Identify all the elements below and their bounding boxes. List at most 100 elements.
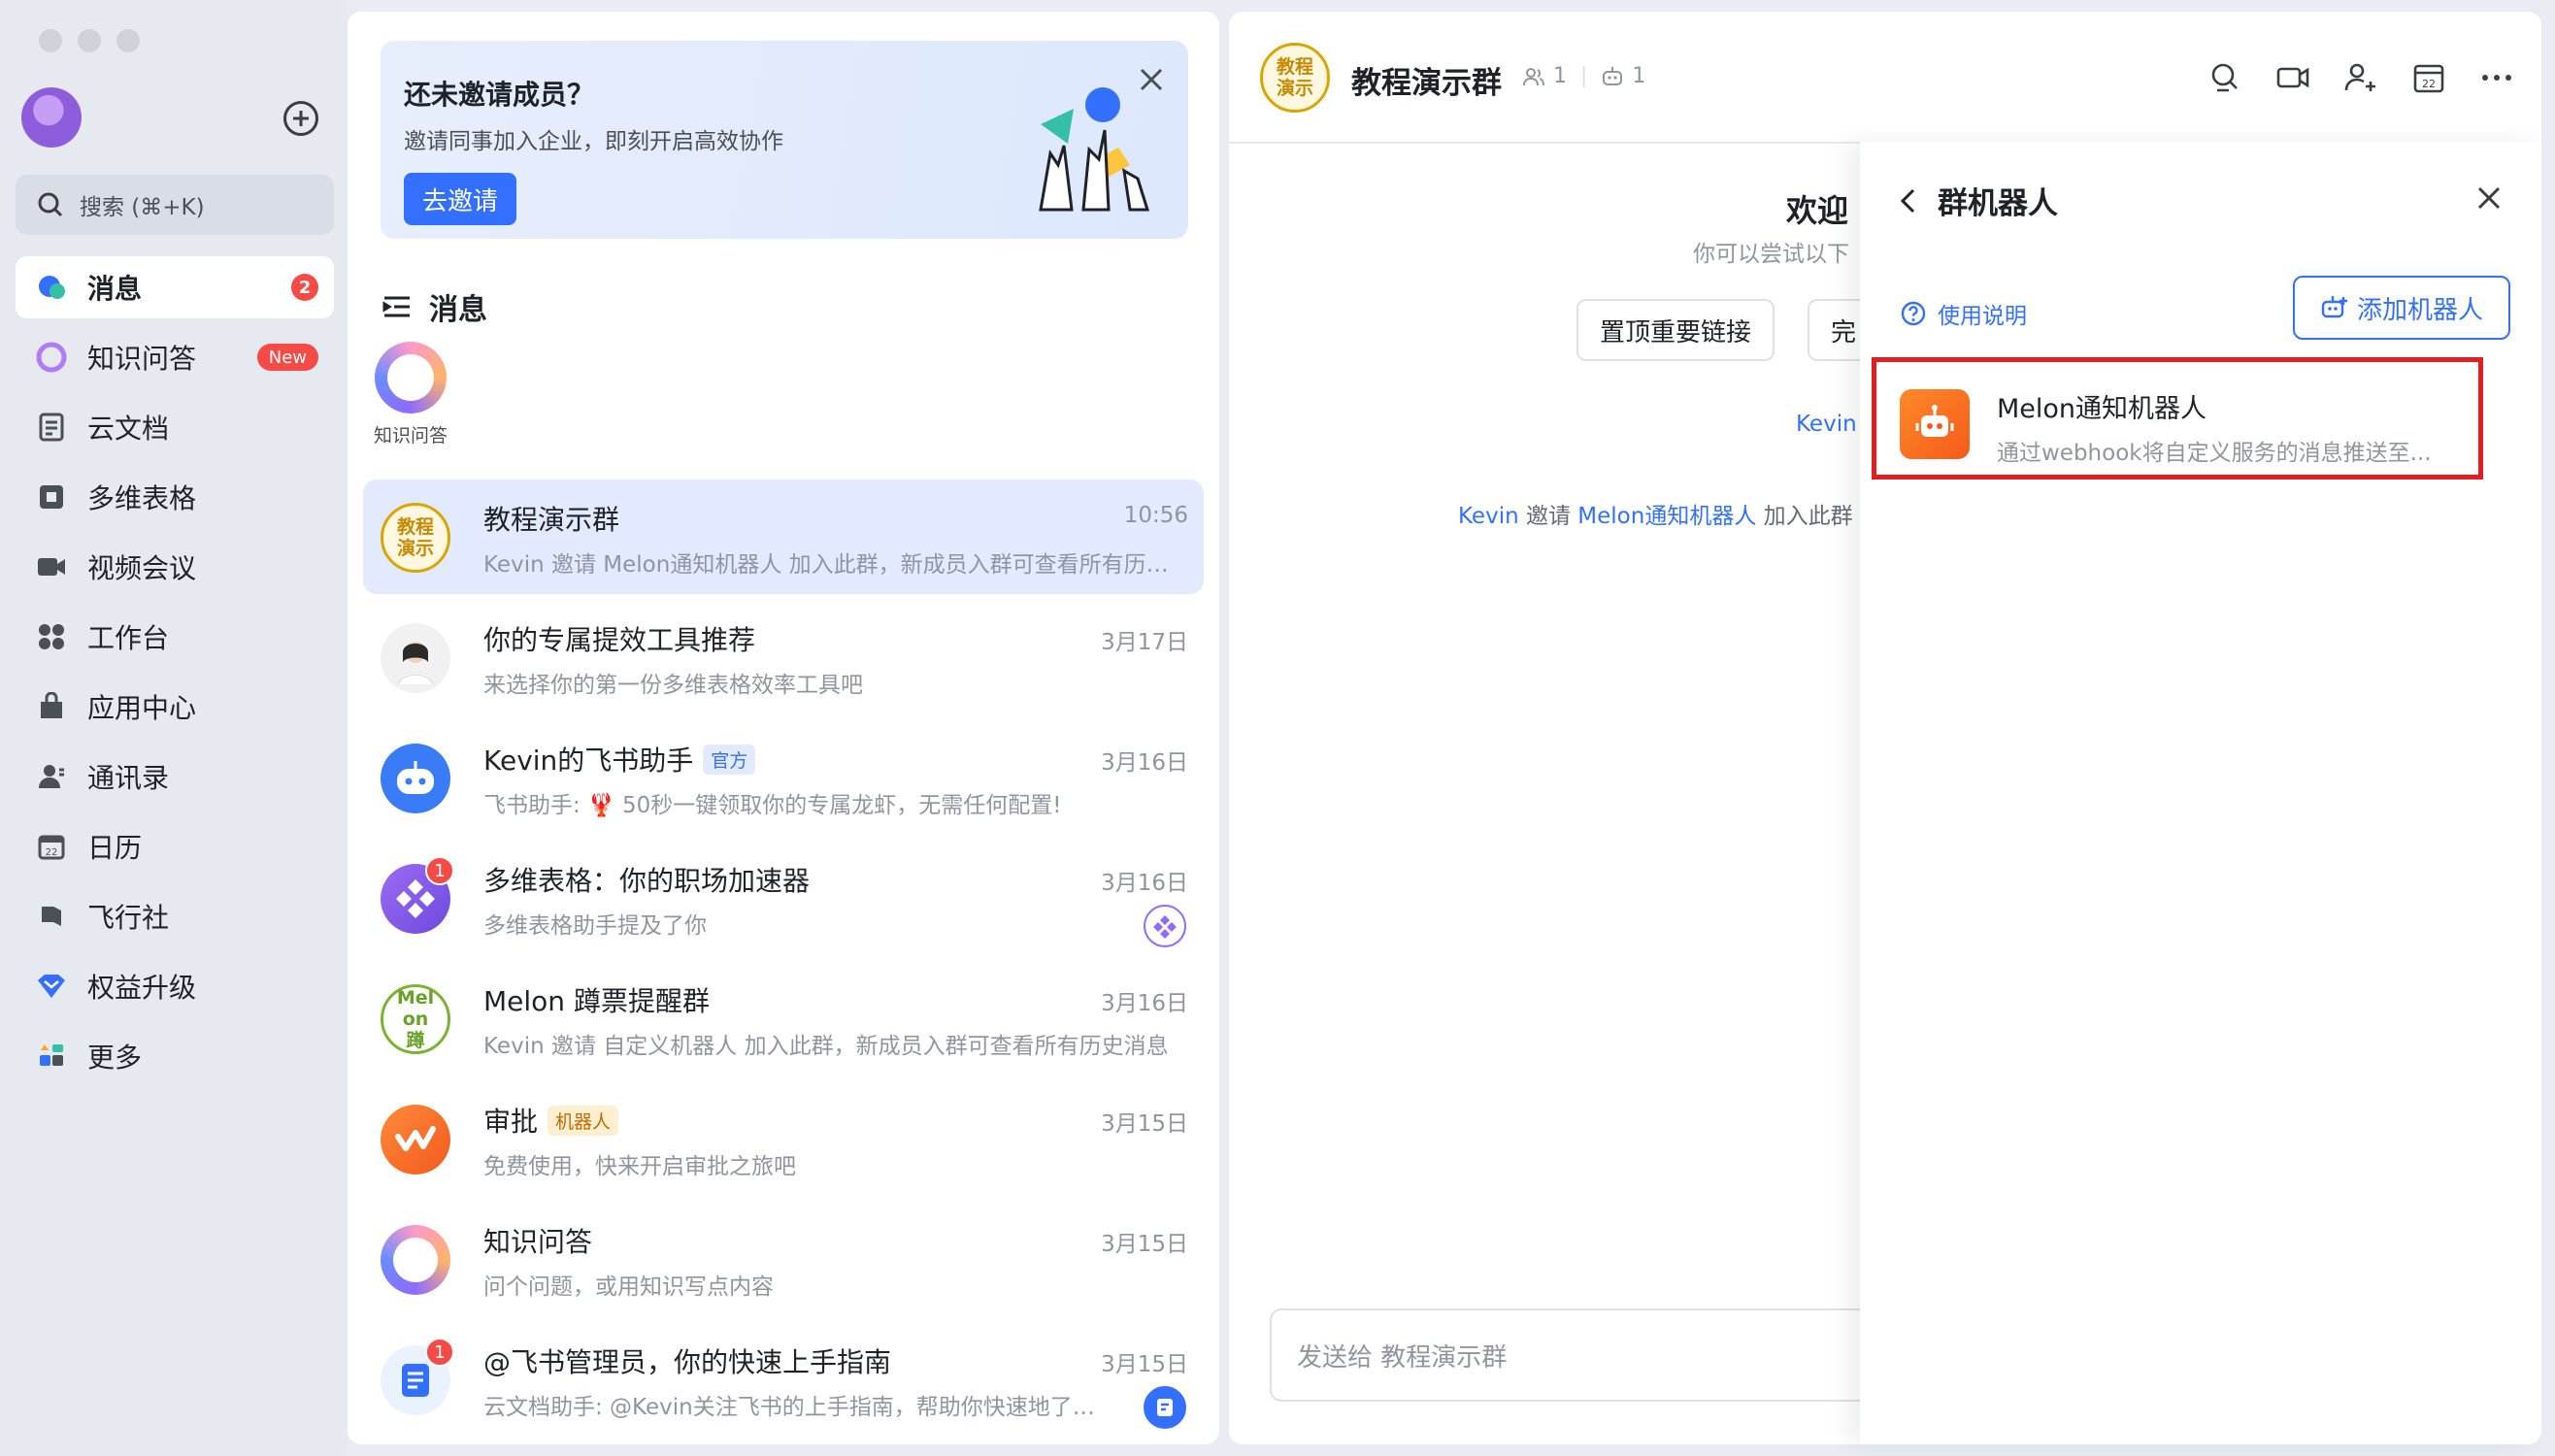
window-controls — [39, 29, 140, 52]
chat-meta: 1 | 1 — [1522, 64, 1645, 88]
member-count: 1 — [1553, 64, 1567, 88]
unread-badge: 1 — [425, 856, 454, 885]
cloud-docs-icon — [35, 411, 68, 444]
conversation-title: 你的专属提效工具推荐 — [483, 624, 756, 656]
robot-icon — [1900, 389, 1970, 459]
conversation-item[interactable]: 1 多维表格：你的职场加速器 多维表格助手提及了你 3月16日 — [363, 841, 1204, 955]
bot-link[interactable]: Melon通知机器人 — [1577, 504, 1756, 529]
conversation-item[interactable]: 审批 机器人 免费使用，快来开启审批之旅吧 3月15日 — [363, 1081, 1204, 1196]
sidebar-item-contacts[interactable]: 通讯录 — [16, 745, 334, 808]
minimize-window-button[interactable] — [78, 29, 101, 52]
welcome-title: 欢迎 — [1786, 192, 1849, 229]
message-icon — [35, 271, 68, 304]
video-call-icon[interactable] — [2275, 60, 2310, 95]
conversation-title: Kevin的飞书助手 官方 — [483, 740, 756, 778]
group-avatar[interactable]: 教程演示 — [1260, 43, 1330, 113]
members-icon[interactable] — [1522, 65, 1545, 88]
person-avatar — [381, 623, 450, 693]
knowledge-qa-avatar — [381, 1225, 450, 1295]
conversation-preview: 飞书助手: 🦞 50秒一键领取你的专属龙虾，无需任何配置! — [483, 793, 1062, 818]
conversation-item[interactable]: Kevin的飞书助手 官方 飞书助手: 🦞 50秒一键领取你的专属龙虾，无需任何… — [363, 720, 1204, 835]
sidebar-item-flight-club[interactable]: 飞行社 — [16, 885, 334, 947]
svg-text:22: 22 — [46, 847, 58, 858]
add-bot-label: 添加机器人 — [2356, 295, 2483, 325]
sidebar-item-label: 通讯录 — [87, 762, 170, 794]
conversation-preview: 问个问题，或用知识写点内容 — [483, 1274, 774, 1300]
bots-panel-header: 群机器人 — [1895, 179, 2058, 222]
conversation-title: Melon 蹲票提醒群 — [483, 985, 710, 1017]
sidebar-item-label: 知识问答 — [87, 343, 197, 375]
sidebar-item-app-center[interactable]: 应用中心 — [16, 676, 334, 738]
help-link[interactable]: 使用说明 — [1901, 297, 2027, 330]
quick-action-pin-links[interactable]: 置顶重要链接 — [1576, 299, 1775, 361]
sidebar-item-label: 消息 — [87, 273, 143, 305]
bots-panel-title: 群机器人 — [1938, 186, 2058, 221]
create-plus-button[interactable] — [283, 101, 318, 136]
sidebar-item-knowledge-qa[interactable]: 知识问答 New — [16, 326, 334, 388]
invite-title: 还未邀请成员？ — [404, 79, 595, 111]
sidebar-item-video-meeting[interactable]: 视频会议 — [16, 536, 334, 598]
chat-search-icon[interactable] — [2207, 60, 2242, 95]
invite-button[interactable]: 去邀请 — [404, 173, 516, 225]
new-badge: New — [256, 344, 318, 371]
add-member-icon[interactable] — [2343, 60, 2378, 95]
message-input-placeholder: 发送给 教程演示群 — [1297, 1342, 1508, 1373]
add-bot-button[interactable]: 添加机器人 — [2293, 276, 2510, 340]
search-placeholder: 搜索 (⌘+K) — [80, 195, 205, 220]
more-options-icon[interactable] — [2479, 60, 2514, 95]
bot-icon[interactable] — [1601, 65, 1624, 88]
sidebar-item-workplace[interactable]: 工作台 — [16, 606, 334, 668]
conversation-item[interactable]: 你的专属提效工具推荐 来选择你的第一份多维表格效率工具吧 3月17日 — [363, 600, 1204, 714]
pinned-label: 知识问答 — [373, 425, 448, 447]
sidebar-item-base-table[interactable]: 多维表格 — [16, 466, 334, 528]
sidebar-item-more[interactable]: 更多 — [16, 1025, 334, 1087]
actor-link[interactable]: Kevin — [1458, 504, 1519, 529]
list-menu-icon[interactable] — [381, 290, 414, 323]
group-bots-panel: 群机器人 使用说明 添加机器人 Melon通知机器人 通过webhook将自定义… — [1860, 142, 2541, 1444]
sidebar-item-cloud-docs[interactable]: 云文档 — [16, 396, 334, 458]
conversation-time: 3月15日 — [1101, 1352, 1188, 1377]
base-assistant-avatar: 1 — [381, 856, 454, 934]
sidebar-item-label: 更多 — [87, 1042, 143, 1074]
conversation-list-panel: 还未邀请成员？ 邀请同事加入企业，即刻开启高效协作 去邀请 消息 知识问答 教程… — [348, 12, 1219, 1444]
conversation-item[interactable]: 1 @飞书管理员，你的快速上手指南 云文档助手: @Kevin关注飞书的上手指南… — [363, 1322, 1204, 1437]
help-icon — [1901, 301, 1926, 326]
close-window-button[interactable] — [39, 29, 62, 52]
sidebar-item-label: 视频会议 — [87, 552, 197, 584]
sidebar-item-label: 飞行社 — [87, 902, 170, 934]
conversation-title: @飞书管理员，你的快速上手指南 — [483, 1346, 892, 1378]
official-tag: 官方 — [703, 744, 756, 775]
video-meeting-icon — [35, 550, 68, 583]
bot-count: 1 — [1632, 64, 1646, 88]
conversation-item[interactable]: 知识问答 问个问题，或用知识写点内容 3月15日 — [363, 1202, 1204, 1316]
unread-badge: 1 — [425, 1338, 454, 1367]
maximize-window-button[interactable] — [116, 29, 140, 52]
chat-title[interactable]: 教程演示群 — [1351, 58, 1502, 102]
search-bar[interactable]: 搜索 (⌘+K) — [16, 175, 334, 235]
bot-list-item[interactable]: Melon通知机器人 通过webhook将自定义服务的消息推送至... — [1872, 357, 2483, 480]
pinned-knowledge-qa[interactable]: 知识问答 — [369, 342, 452, 447]
conversation-list: 教程演示 教程演示群 Kevin 邀请 Melon通知机器人 加入此群，新成员入… — [363, 480, 1204, 1442]
close-icon[interactable] — [2473, 182, 2505, 214]
conversation-title: 教程演示群 — [483, 504, 620, 536]
sidebar-item-messages[interactable]: 消息 2 — [16, 256, 334, 318]
back-arrow-icon[interactable] — [1895, 186, 1924, 215]
sidebar-item-upgrade[interactable]: 权益升级 — [16, 955, 334, 1017]
help-label: 使用说明 — [1938, 304, 2027, 329]
calendar-icon[interactable]: 22 — [2411, 60, 2446, 95]
flight-club-icon — [35, 900, 68, 933]
group-avatar: 教程演示 — [381, 503, 450, 573]
sidebar-item-label: 日历 — [87, 832, 143, 864]
conversation-title: 知识问答 — [483, 1226, 593, 1258]
workplace-icon — [35, 620, 68, 653]
approval-avatar — [381, 1105, 450, 1175]
conversation-item[interactable]: Melon蹲 Melon 蹲票提醒群 Kevin 邀请 自定义机器人 加入此群，… — [363, 961, 1204, 1075]
knowledge-qa-icon — [35, 341, 68, 374]
conversation-time: 3月17日 — [1101, 630, 1188, 655]
sidebar-item-calendar[interactable]: 22 日历 — [16, 815, 334, 877]
conversation-item[interactable]: 教程演示 教程演示群 Kevin 邀请 Melon通知机器人 加入此群，新成员入… — [363, 480, 1204, 594]
system-message-user[interactable]: Kevin — [1796, 412, 1857, 437]
avatar-text: 教程演示 — [1276, 56, 1313, 99]
search-icon — [38, 192, 63, 217]
user-avatar[interactable] — [21, 87, 82, 148]
